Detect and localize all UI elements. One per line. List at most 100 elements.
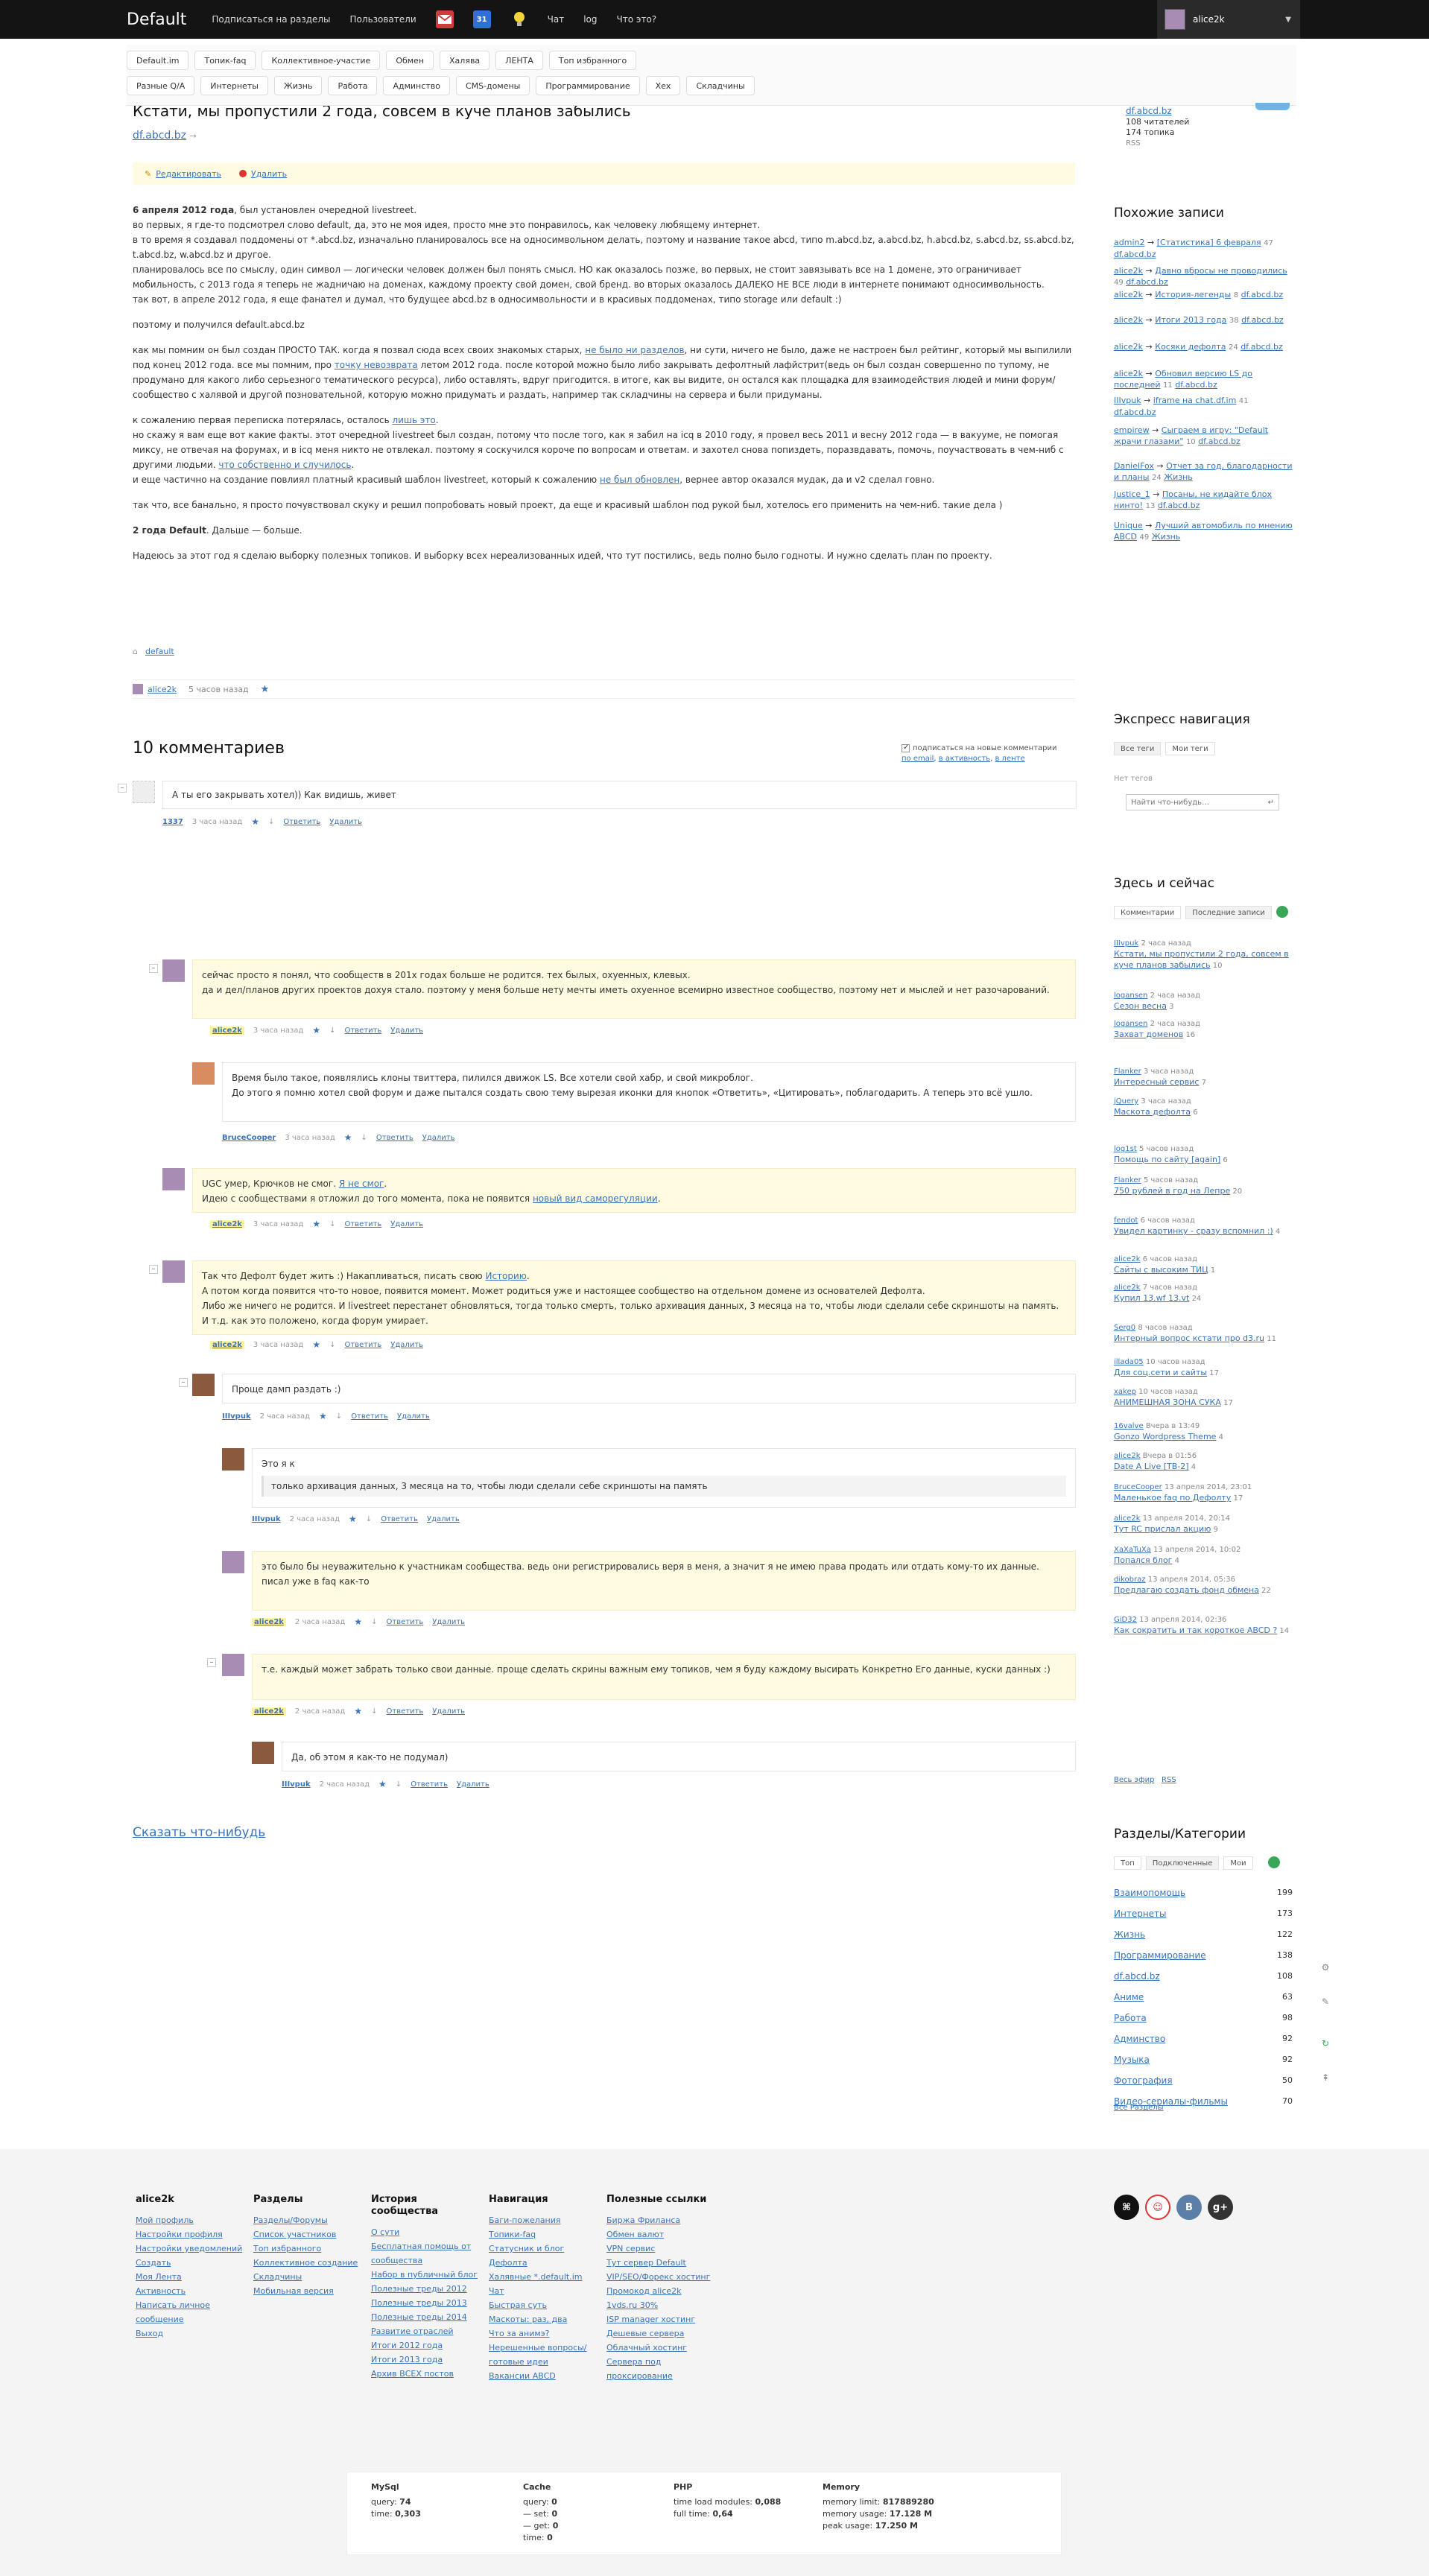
live-author[interactable]: IIIvpuk — [1114, 939, 1138, 948]
live-title-link[interactable]: Для соц.сети и сайты — [1114, 1368, 1207, 1377]
fold-toggle-icon[interactable]: – — [179, 1378, 188, 1387]
tag-item[interactable]: Складчины — [686, 76, 755, 95]
footer-link[interactable]: Халявные *.default.im — [489, 2270, 601, 2284]
tag-item[interactable]: Топ избранного — [548, 51, 637, 70]
footer-link[interactable]: Нерешенные вопросы/готовые идеи — [489, 2341, 601, 2369]
all-categories-link[interactable]: Все Разделы — [1114, 2104, 1164, 2112]
tag-item[interactable]: Интернеты — [200, 76, 268, 95]
live-author[interactable]: logansen — [1114, 1020, 1147, 1028]
live-title-link[interactable]: Маскота дефолта — [1114, 1107, 1191, 1117]
tag-item[interactable]: ЛЕНТА — [495, 51, 543, 70]
delete-comment-button[interactable]: Удалить — [427, 1515, 460, 1523]
live-title-link[interactable]: Как сократить и так короткое ABCD ? — [1114, 1625, 1277, 1635]
fold-toggle-icon[interactable]: – — [149, 964, 158, 973]
reply-button[interactable]: Ответить — [387, 1618, 424, 1626]
nav-users[interactable]: Пользователи — [350, 14, 416, 25]
nav-log[interactable]: log — [583, 14, 597, 25]
footer-link[interactable]: Настройки профиля — [136, 2227, 247, 2242]
similar-blog[interactable]: df.abcd.bz — [1198, 437, 1241, 446]
similar-title-link[interactable]: Косяки дефолта — [1155, 342, 1226, 352]
comment-author[interactable]: 1337 — [162, 818, 183, 826]
footer-link[interactable]: Биржа Фриланса — [606, 2213, 718, 2227]
delete-comment-button[interactable]: Удалить — [390, 1341, 423, 1349]
similar-author[interactable]: empirew — [1114, 425, 1150, 435]
arrow-down-icon[interactable]: ↓ — [336, 1412, 342, 1421]
sidebar-blog-link[interactable]: df.abcd.bz — [1126, 106, 1172, 116]
footer-link[interactable]: Чат — [489, 2284, 601, 2298]
similar-blog[interactable]: df.abcd.bz — [1158, 501, 1200, 510]
all-live-link[interactable]: Весь эфир — [1114, 1776, 1154, 1784]
footer-link[interactable]: Набор в публичный блог — [371, 2268, 483, 2282]
tab-comments[interactable]: Комментарии — [1114, 906, 1182, 919]
footer-link[interactable]: Мобильная версия — [253, 2284, 365, 2298]
refresh-icon[interactable] — [1267, 1856, 1280, 1868]
fold-toggle-icon[interactable]: – — [118, 784, 127, 793]
subscribe-activity-link[interactable]: в активность — [939, 755, 990, 763]
mail-icon[interactable] — [435, 10, 454, 28]
live-author[interactable]: dikobraz — [1114, 1576, 1146, 1584]
tag-item[interactable]: Админство — [383, 76, 450, 95]
arrow-down-icon[interactable]: ↓ — [329, 1220, 335, 1228]
arrow-down-icon[interactable]: ↓ — [396, 1780, 402, 1789]
tag-item[interactable]: Программирование — [536, 76, 640, 95]
footer-link[interactable]: Обмен валют — [606, 2227, 718, 2242]
tab-all-tags[interactable]: Все теги — [1114, 742, 1162, 755]
fold-toggle-icon[interactable]: – — [149, 1265, 158, 1274]
live-title-link[interactable]: Попался блог — [1114, 1555, 1172, 1565]
footer-link[interactable]: Архив ВСЕХ постов — [371, 2367, 483, 2381]
comment-author[interactable]: alice2k — [252, 1617, 286, 1626]
footer-link[interactable]: Итоги 2013 года — [371, 2353, 483, 2367]
live-title-link[interactable]: Купил 13.wf 13.vt — [1114, 1293, 1189, 1303]
similar-blog[interactable]: Жизнь — [1152, 532, 1181, 542]
category-link[interactable]: Аниме — [1114, 1992, 1144, 2002]
refresh-icon[interactable] — [1276, 906, 1288, 918]
footer-link[interactable]: 1vds.ru 30% — [606, 2298, 718, 2312]
footer-link[interactable]: Коллективное создание — [253, 2256, 365, 2270]
comment-link[interactable]: Я не смог — [339, 1178, 384, 1189]
live-author[interactable]: Flanker — [1114, 1067, 1141, 1076]
footer-link[interactable]: VPN сервис — [606, 2242, 718, 2256]
footer-link[interactable]: Настройки уведомлений — [136, 2242, 247, 2256]
live-title-link[interactable]: Увидел картинку - сразу вспомнил :) — [1114, 1226, 1273, 1236]
comment-author[interactable]: alice2k — [210, 1219, 244, 1228]
live-author[interactable]: alice2k — [1114, 1452, 1141, 1460]
comment-author[interactable]: alice2k — [210, 1026, 244, 1035]
footer-link[interactable]: Маскоты: раз, два — [489, 2312, 601, 2326]
footer-link[interactable]: Развитие отраслей — [371, 2324, 483, 2338]
vk-icon[interactable]: В — [1176, 2195, 1202, 2220]
similar-blog[interactable]: df.abcd.bz — [1114, 250, 1156, 259]
similar-author[interactable]: alice2k — [1114, 315, 1143, 325]
category-link[interactable]: Фотография — [1114, 2075, 1173, 2086]
live-author[interactable]: Flanker — [1114, 1176, 1141, 1184]
subscribe-checkbox[interactable] — [902, 743, 910, 753]
footer-link[interactable]: ISP manager хостинг — [606, 2312, 718, 2326]
footer-link[interactable]: Тут сервер Default — [606, 2256, 718, 2270]
github-icon[interactable]: ⌘ — [1114, 2195, 1139, 2220]
post-link[interactable]: что собственно и случилось — [218, 460, 351, 470]
similar-author[interactable]: Justice_1 — [1114, 489, 1150, 499]
footer-link[interactable]: Полезные треды 2013 — [371, 2296, 483, 2310]
delete-comment-button[interactable]: Удалить — [329, 818, 362, 826]
live-author[interactable]: xakep — [1114, 1388, 1136, 1396]
footer-link[interactable]: Мой профиль — [136, 2213, 247, 2227]
delete-comment-button[interactable]: Удалить — [390, 1027, 423, 1035]
star-icon[interactable]: ★ — [344, 1132, 352, 1143]
rss-link[interactable]: RSS — [1126, 139, 1141, 147]
star-icon[interactable]: ★ — [319, 1411, 327, 1421]
delete-comment-button[interactable]: Удалить — [422, 1134, 455, 1142]
tag-item[interactable]: CMS-домены — [455, 76, 530, 95]
arrow-down-icon[interactable]: ↓ — [361, 1134, 367, 1142]
subscribe-feed-link[interactable]: в ленте — [995, 755, 1024, 763]
footer-link[interactable]: Сервера под проксирование — [606, 2355, 718, 2383]
category-link[interactable]: Взаимопомощь — [1114, 1888, 1185, 1898]
footer-link[interactable]: Написать личное сообщение — [136, 2298, 247, 2326]
tag-search-input[interactable] — [1127, 798, 1268, 807]
footer-link[interactable]: Что за анимэ? — [489, 2326, 601, 2341]
footer-link[interactable]: Полезные треды 2014 — [371, 2310, 483, 2324]
similar-blog[interactable]: df.abcd.bz — [1241, 290, 1284, 299]
reply-button[interactable]: Ответить — [345, 1220, 382, 1228]
live-rss-link[interactable]: RSS — [1162, 1776, 1176, 1784]
tab-mine[interactable]: Мои — [1223, 1856, 1253, 1870]
tag-item[interactable]: Топик-faq — [194, 51, 256, 70]
live-title-link[interactable]: Кстати, мы пропустили 2 года, совсем в к… — [1114, 949, 1289, 970]
